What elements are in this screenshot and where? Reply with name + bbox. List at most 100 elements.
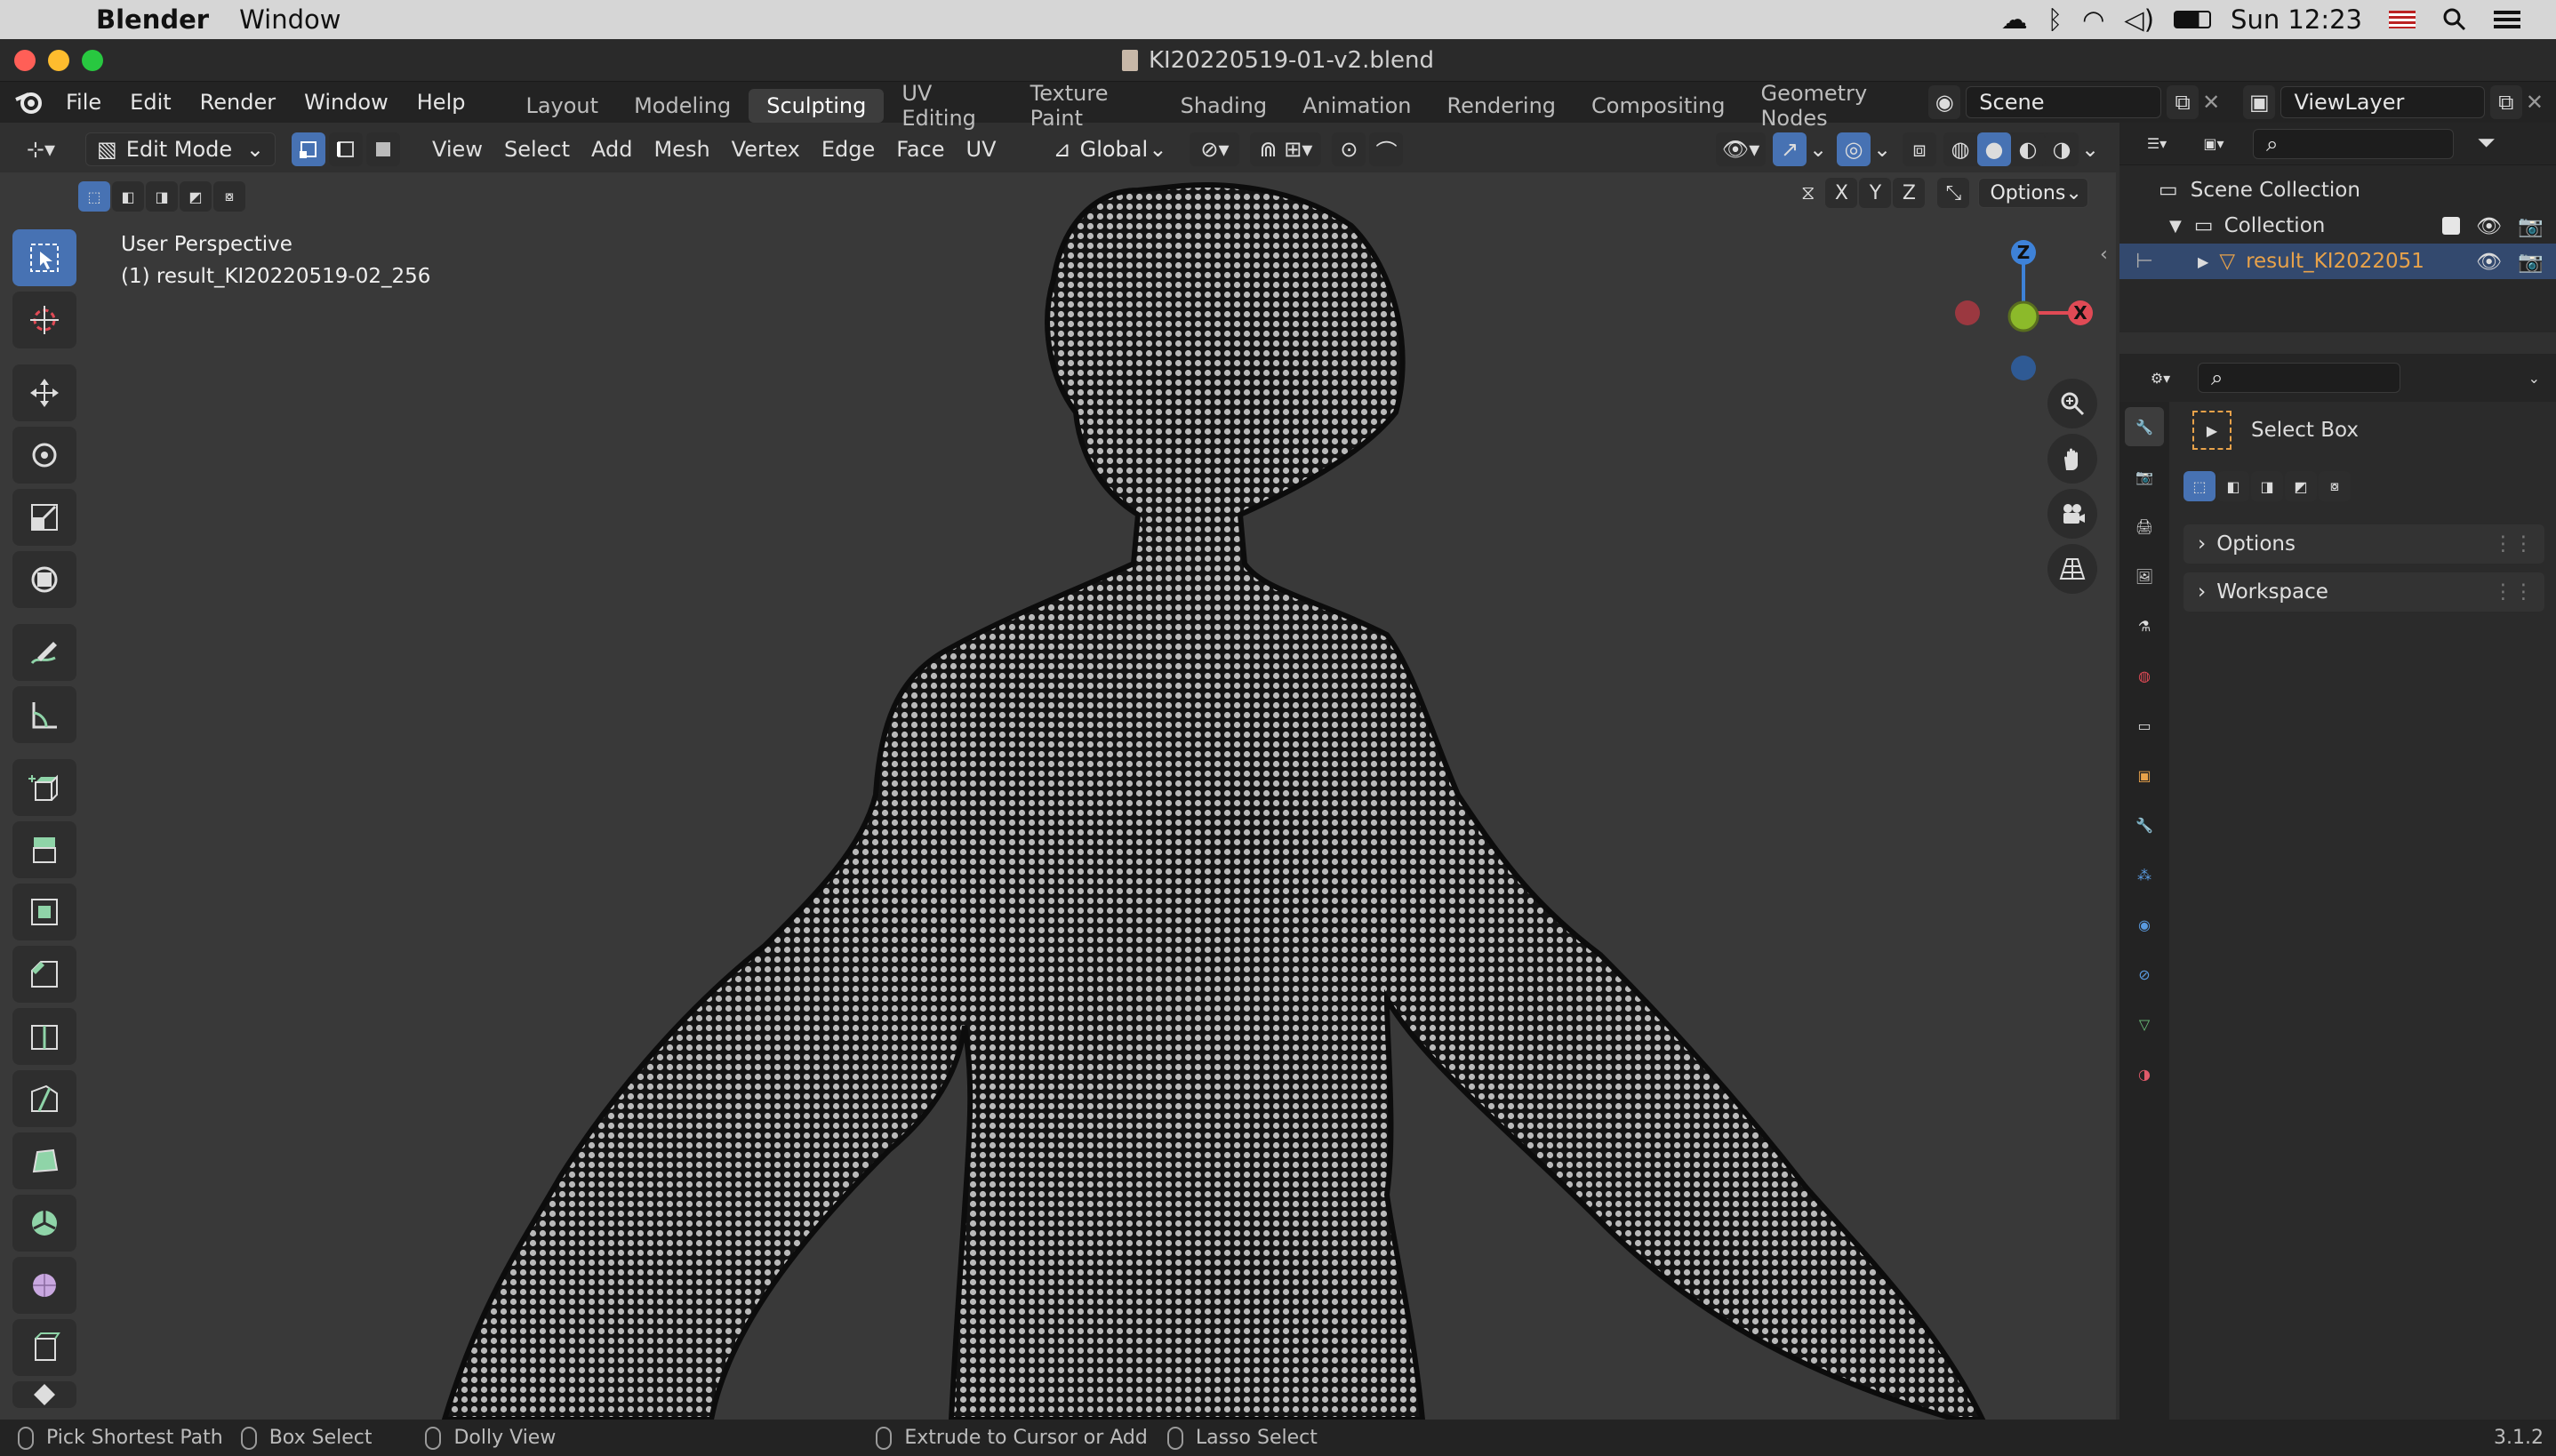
measure-tool-icon[interactable] xyxy=(12,686,76,743)
tab-texture-paint[interactable]: Texture Paint xyxy=(1013,81,1163,131)
bevel-tool-icon[interactable] xyxy=(12,946,76,1003)
render-tab-icon[interactable]: 📷 xyxy=(2125,457,2164,496)
extrude-tool-icon[interactable] xyxy=(12,821,76,878)
tab-compositing[interactable]: Compositing xyxy=(1574,89,1743,123)
scene-selector-icon[interactable]: ◉ xyxy=(1928,85,1961,119)
face-select-icon[interactable] xyxy=(366,132,400,166)
inset-tool-icon[interactable] xyxy=(12,884,76,940)
outliner-search-input[interactable]: ⌕ xyxy=(2253,128,2454,159)
modifier-tab-icon[interactable]: 🔧 xyxy=(2125,805,2164,844)
shrink-fatten-tool-icon[interactable] xyxy=(12,1381,76,1408)
input-flag-icon[interactable] xyxy=(2389,11,2416,28)
viewport-menu-add[interactable]: Add xyxy=(581,132,643,166)
tab-uv-editing[interactable]: UV Editing xyxy=(884,81,1012,131)
select-new-icon[interactable]: ⬚ xyxy=(2183,471,2215,501)
constraints-tab-icon[interactable]: ⊘ xyxy=(2125,955,2164,994)
mesh-point-cloud[interactable] xyxy=(0,172,2116,1420)
render-camera-icon[interactable]: 📷 xyxy=(2518,250,2544,274)
snap-icon[interactable]: ⋒ ⊞▾ xyxy=(1250,132,1322,166)
gizmo-dropdown-icon[interactable]: ⌄ xyxy=(1807,132,1830,166)
pan-hand-icon[interactable] xyxy=(2047,434,2097,484)
menu-help[interactable]: Help xyxy=(403,82,480,123)
checkbox-icon[interactable] xyxy=(2442,217,2461,235)
world-tab-icon[interactable]: ◍ xyxy=(2125,656,2164,695)
sidebar-toggle-icon[interactable]: ‹ xyxy=(2100,244,2108,266)
edge-slide-tool-icon[interactable] xyxy=(12,1319,76,1376)
visibility-icon[interactable]: 👁▾ xyxy=(1716,132,1766,166)
add-cube-tool-icon[interactable] xyxy=(12,759,76,816)
select-box-tool-icon[interactable] xyxy=(12,229,76,286)
output-tab-icon[interactable]: 🖨 xyxy=(2125,507,2164,546)
volume-icon[interactable]: ◁) xyxy=(2124,4,2154,35)
viewport-menu-uv[interactable]: UV xyxy=(956,132,1007,166)
gizmo-z-axis[interactable]: Z xyxy=(2011,240,2036,265)
vertex-select-icon[interactable] xyxy=(292,132,325,166)
mirror-x-toggle[interactable]: X xyxy=(1825,178,1858,208)
viewport-menu-mesh[interactable]: Mesh xyxy=(643,132,720,166)
disclosure-triangle-icon[interactable]: ▶ xyxy=(2198,253,2208,270)
overlay-toggle-icon[interactable]: ◎ xyxy=(1837,132,1871,166)
material-shading-icon[interactable]: ◐ xyxy=(2011,132,2045,166)
gizmo-x-axis[interactable]: X xyxy=(2068,300,2093,325)
eye-icon[interactable]: 👁 xyxy=(2476,214,2502,238)
xray-toggle-icon[interactable]: ⧈ xyxy=(1903,132,1936,166)
filter-icon[interactable]: ⏷ xyxy=(2477,130,2496,157)
edge-select-icon[interactable] xyxy=(329,132,363,166)
tab-geometry-nodes[interactable]: Geometry Nodes xyxy=(1743,81,1928,131)
editor-type-icon[interactable]: ⊹▾ xyxy=(14,132,68,166)
mode-dropdown[interactable]: ▧ Edit Mode ⌄ xyxy=(85,132,276,166)
select-extend-icon[interactable]: ◧ xyxy=(2217,471,2249,501)
app-menu[interactable]: Blender xyxy=(96,4,209,35)
select-new-icon[interactable]: ⬚ xyxy=(78,181,110,212)
scale-tool-icon[interactable] xyxy=(12,489,76,546)
overlay-dropdown-icon[interactable]: ⌄ xyxy=(1871,132,1894,166)
viewport-menu-view[interactable]: View xyxy=(421,132,493,166)
perspective-toggle-icon[interactable] xyxy=(2047,544,2097,594)
tab-shading[interactable]: Shading xyxy=(1163,89,1286,123)
outliner-row-scene-collection[interactable]: ▭ Scene Collection xyxy=(2119,172,2556,208)
control-center-icon[interactable] xyxy=(2494,8,2520,31)
view-layer-icon[interactable]: ▣ xyxy=(2243,85,2276,119)
select-box-tool-icon[interactable]: ▶ xyxy=(2192,411,2231,450)
minimize-window-button[interactable] xyxy=(48,50,69,71)
clock[interactable]: Sun 12:23 xyxy=(2231,4,2362,35)
poly-build-tool-icon[interactable] xyxy=(12,1132,76,1189)
wireframe-shading-icon[interactable]: ◍ xyxy=(1943,132,1977,166)
tab-animation[interactable]: Animation xyxy=(1285,89,1429,123)
outliner-row-object[interactable]: ⊢ ▶ ▽ result_KI2022051 👁 📷 xyxy=(2119,244,2556,279)
tab-layout[interactable]: Layout xyxy=(508,89,616,123)
move-tool-icon[interactable] xyxy=(12,364,76,421)
viewport-menu-vertex[interactable]: Vertex xyxy=(721,132,811,166)
mirror-y-toggle[interactable]: Y xyxy=(1859,178,1892,208)
properties-search-input[interactable]: ⌕ xyxy=(2198,363,2400,393)
object-tab-icon[interactable]: ▣ xyxy=(2125,756,2164,795)
tab-rendering[interactable]: Rendering xyxy=(1429,89,1574,123)
view-layer-tab-icon[interactable]: 🖼 xyxy=(2125,556,2164,596)
gizmo-toggle-icon[interactable]: ↗ xyxy=(1773,132,1807,166)
outliner-row-collection[interactable]: ▼ ▭ Collection 👁 📷 xyxy=(2119,208,2556,244)
pivot-point-icon[interactable]: ⊘▾ xyxy=(1190,132,1240,166)
battery-icon[interactable] xyxy=(2174,11,2212,28)
viewport-menu-edge[interactable]: Edge xyxy=(811,132,885,166)
transform-orientation-dropdown[interactable]: ⊿ Global ⌄ xyxy=(1042,132,1177,166)
chevron-down-icon[interactable]: ⌄ xyxy=(2528,370,2540,387)
spotlight-search-icon[interactable] xyxy=(2442,7,2467,32)
creative-cloud-icon[interactable]: ☁ xyxy=(2001,4,2028,36)
solid-shading-icon[interactable]: ● xyxy=(1977,132,2011,166)
close-window-button[interactable] xyxy=(14,50,36,71)
knife-tool-icon[interactable] xyxy=(12,1070,76,1127)
render-camera-icon[interactable]: 📷 xyxy=(2518,214,2544,238)
select-invert-icon[interactable]: ◩ xyxy=(180,181,212,212)
material-tab-icon[interactable]: ◑ xyxy=(2125,1054,2164,1093)
tab-sculpting[interactable]: Sculpting xyxy=(749,89,885,123)
tool-tab-icon[interactable]: 🔧 xyxy=(2125,407,2164,446)
wifi-icon[interactable]: ◠ xyxy=(2082,4,2104,35)
options-dropdown[interactable]: Options ⌄ xyxy=(1978,178,2089,208)
tab-modeling[interactable]: Modeling xyxy=(616,89,749,123)
options-panel-header[interactable]: › Options ⋮⋮ xyxy=(2183,524,2544,564)
bluetooth-icon[interactable]: ᛒ xyxy=(2047,4,2063,35)
zoom-icon[interactable] xyxy=(2047,379,2097,428)
menu-file[interactable]: File xyxy=(52,82,116,123)
menu-window[interactable]: Window xyxy=(290,82,403,123)
proportional-edit-icon[interactable]: ⊙ xyxy=(1332,132,1366,166)
